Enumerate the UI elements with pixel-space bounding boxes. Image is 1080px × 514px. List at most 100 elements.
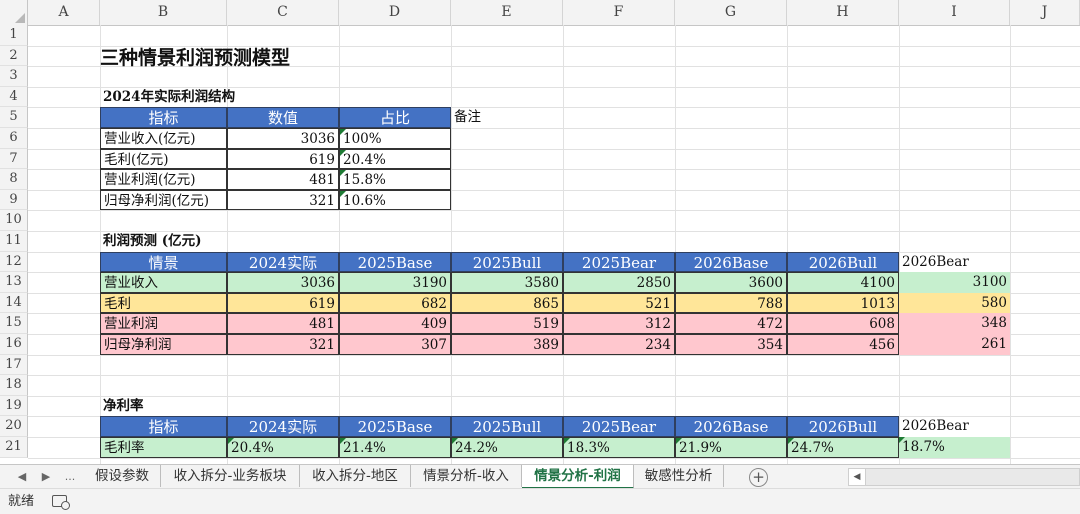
- macro-record-icon[interactable]: [52, 495, 70, 510]
- table1-value[interactable]: 619: [227, 148, 339, 170]
- table3-header-3[interactable]: 2025Bull: [451, 416, 563, 437]
- table2-value[interactable]: 354: [675, 334, 787, 355]
- section-heading-profit-forecast[interactable]: 利润预测 (亿元): [100, 231, 400, 252]
- sheet-tab-1[interactable]: 收入拆分-业务板块: [161, 465, 300, 487]
- table2-value[interactable]: 608: [787, 313, 899, 334]
- table2-value[interactable]: 3580: [451, 272, 563, 293]
- column-header-g[interactable]: G: [675, 0, 787, 25]
- table1-header-1[interactable]: 数值: [227, 107, 339, 128]
- table2-value[interactable]: 472: [675, 313, 787, 334]
- table2-value[interactable]: 321: [227, 334, 339, 355]
- table2-value[interactable]: 4100: [787, 272, 899, 293]
- row-header-2[interactable]: 2: [0, 45, 28, 67]
- sheet-tab-0[interactable]: 假设参数: [84, 465, 161, 487]
- table2-value[interactable]: 409: [339, 313, 451, 334]
- section-heading-net-margin[interactable]: 净利率: [100, 396, 400, 417]
- column-header-i[interactable]: I: [899, 0, 1010, 25]
- column-header-j[interactable]: J: [1010, 0, 1080, 25]
- table3-value[interactable]: 24.2%: [451, 437, 563, 458]
- row-header-12[interactable]: 12: [0, 251, 28, 273]
- row-header-19[interactable]: 19: [0, 395, 28, 417]
- plus-circle-icon[interactable]: +: [749, 468, 768, 487]
- row-header-7[interactable]: 7: [0, 148, 28, 170]
- table2-value[interactable]: 481: [227, 313, 339, 334]
- table2-label[interactable]: 营业利润: [100, 313, 227, 334]
- table1-header-2[interactable]: 占比: [339, 107, 451, 128]
- prev-sheet-icon[interactable]: ◀: [12, 465, 32, 489]
- row-header-3[interactable]: 3: [0, 66, 28, 87]
- sheet-tab-4[interactable]: 情景分析-利润: [522, 465, 634, 489]
- table2-header-1[interactable]: 2024实际: [227, 251, 339, 273]
- table2-value[interactable]: 865: [451, 292, 563, 314]
- horizontal-scrollbar[interactable]: ◀: [848, 468, 1080, 486]
- table2-value[interactable]: 1013: [787, 292, 899, 314]
- table2-label[interactable]: 营业收入: [100, 272, 227, 293]
- row-header-10[interactable]: 10: [0, 210, 28, 231]
- column-header-e[interactable]: E: [451, 0, 563, 25]
- row-header-14[interactable]: 14: [0, 292, 28, 314]
- more-sheets-button[interactable]: ...: [60, 465, 80, 489]
- table2-value[interactable]: 234: [563, 334, 675, 355]
- row-header-21[interactable]: 21: [0, 437, 28, 458]
- table1-pct[interactable]: 10.6%: [339, 189, 451, 211]
- row-header-9[interactable]: 9: [0, 189, 28, 211]
- table2-value[interactable]: 3036: [227, 272, 339, 293]
- sheet-tab-5[interactable]: 敏感性分析: [634, 465, 724, 487]
- table1-pct[interactable]: 20.4%: [339, 148, 451, 170]
- table2-value[interactable]: 3190: [339, 272, 451, 293]
- table2-value[interactable]: 3100: [899, 272, 1010, 293]
- table2-value[interactable]: 521: [563, 292, 675, 314]
- row-header-15[interactable]: 15: [0, 313, 28, 334]
- scroll-left-icon[interactable]: ◀: [849, 469, 866, 485]
- table1-label[interactable]: 营业收入(亿元): [100, 128, 227, 149]
- select-all-corner[interactable]: [0, 0, 28, 25]
- table2-value[interactable]: 389: [451, 334, 563, 355]
- column-header-a[interactable]: A: [28, 0, 100, 25]
- sheet-tab-3[interactable]: 情景分析-收入: [411, 465, 522, 487]
- row-header-20[interactable]: 20: [0, 416, 28, 437]
- next-sheet-icon[interactable]: ▶: [36, 465, 56, 489]
- table1-value[interactable]: 481: [227, 169, 339, 190]
- table3-header-4[interactable]: 2025Bear: [563, 416, 675, 437]
- row-header-13[interactable]: 13: [0, 272, 28, 293]
- row-header-4[interactable]: 4: [0, 86, 28, 108]
- table2-value[interactable]: 348: [899, 313, 1010, 334]
- table1-pct[interactable]: 15.8%: [339, 169, 451, 190]
- table3-value[interactable]: 21.4%: [339, 437, 451, 458]
- table3-label[interactable]: 毛利率: [100, 437, 227, 458]
- table2-value[interactable]: 261: [899, 334, 1010, 355]
- column-header-f[interactable]: F: [563, 0, 675, 25]
- page-title[interactable]: 三种情景利润预测模型: [100, 43, 500, 73]
- table1-label[interactable]: 归母净利润(亿元): [100, 189, 227, 211]
- table1-value[interactable]: 321: [227, 189, 339, 211]
- table3-value[interactable]: 18.3%: [563, 437, 675, 458]
- table3-value[interactable]: 18.7%: [899, 437, 1010, 458]
- row-header-5[interactable]: 5: [0, 107, 28, 128]
- table3-header-2[interactable]: 2025Base: [339, 416, 451, 437]
- column-header-c[interactable]: C: [227, 0, 339, 25]
- table2-value[interactable]: 307: [339, 334, 451, 355]
- table3-value[interactable]: 24.7%: [787, 437, 899, 458]
- row-header-17[interactable]: 17: [0, 354, 28, 376]
- table2-value[interactable]: 682: [339, 292, 451, 314]
- table1-pct[interactable]: 100%: [339, 128, 451, 149]
- table3-header-5[interactable]: 2026Base: [675, 416, 787, 437]
- table3-value[interactable]: 20.4%: [227, 437, 339, 458]
- table3-header-7[interactable]: 2026Bear: [899, 416, 1010, 437]
- table2-value[interactable]: 619: [227, 292, 339, 314]
- table2-header-0[interactable]: 情景: [100, 251, 227, 273]
- table2-value[interactable]: 788: [675, 292, 787, 314]
- column-header-h[interactable]: H: [787, 0, 899, 25]
- table2-value[interactable]: 2850: [563, 272, 675, 293]
- table2-header-4[interactable]: 2025Bear: [563, 251, 675, 273]
- table3-header-6[interactable]: 2026Bull: [787, 416, 899, 437]
- table1-label[interactable]: 毛利(亿元): [100, 148, 227, 170]
- table2-header-2[interactable]: 2025Base: [339, 251, 451, 273]
- note-label[interactable]: 备注: [451, 107, 563, 128]
- column-header-b[interactable]: B: [100, 0, 227, 25]
- table3-header-0[interactable]: 指标: [100, 416, 227, 437]
- table3-value[interactable]: 21.9%: [675, 437, 787, 458]
- row-header-16[interactable]: 16: [0, 334, 28, 355]
- table2-value[interactable]: 456: [787, 334, 899, 355]
- table2-label[interactable]: 归母净利润: [100, 334, 227, 355]
